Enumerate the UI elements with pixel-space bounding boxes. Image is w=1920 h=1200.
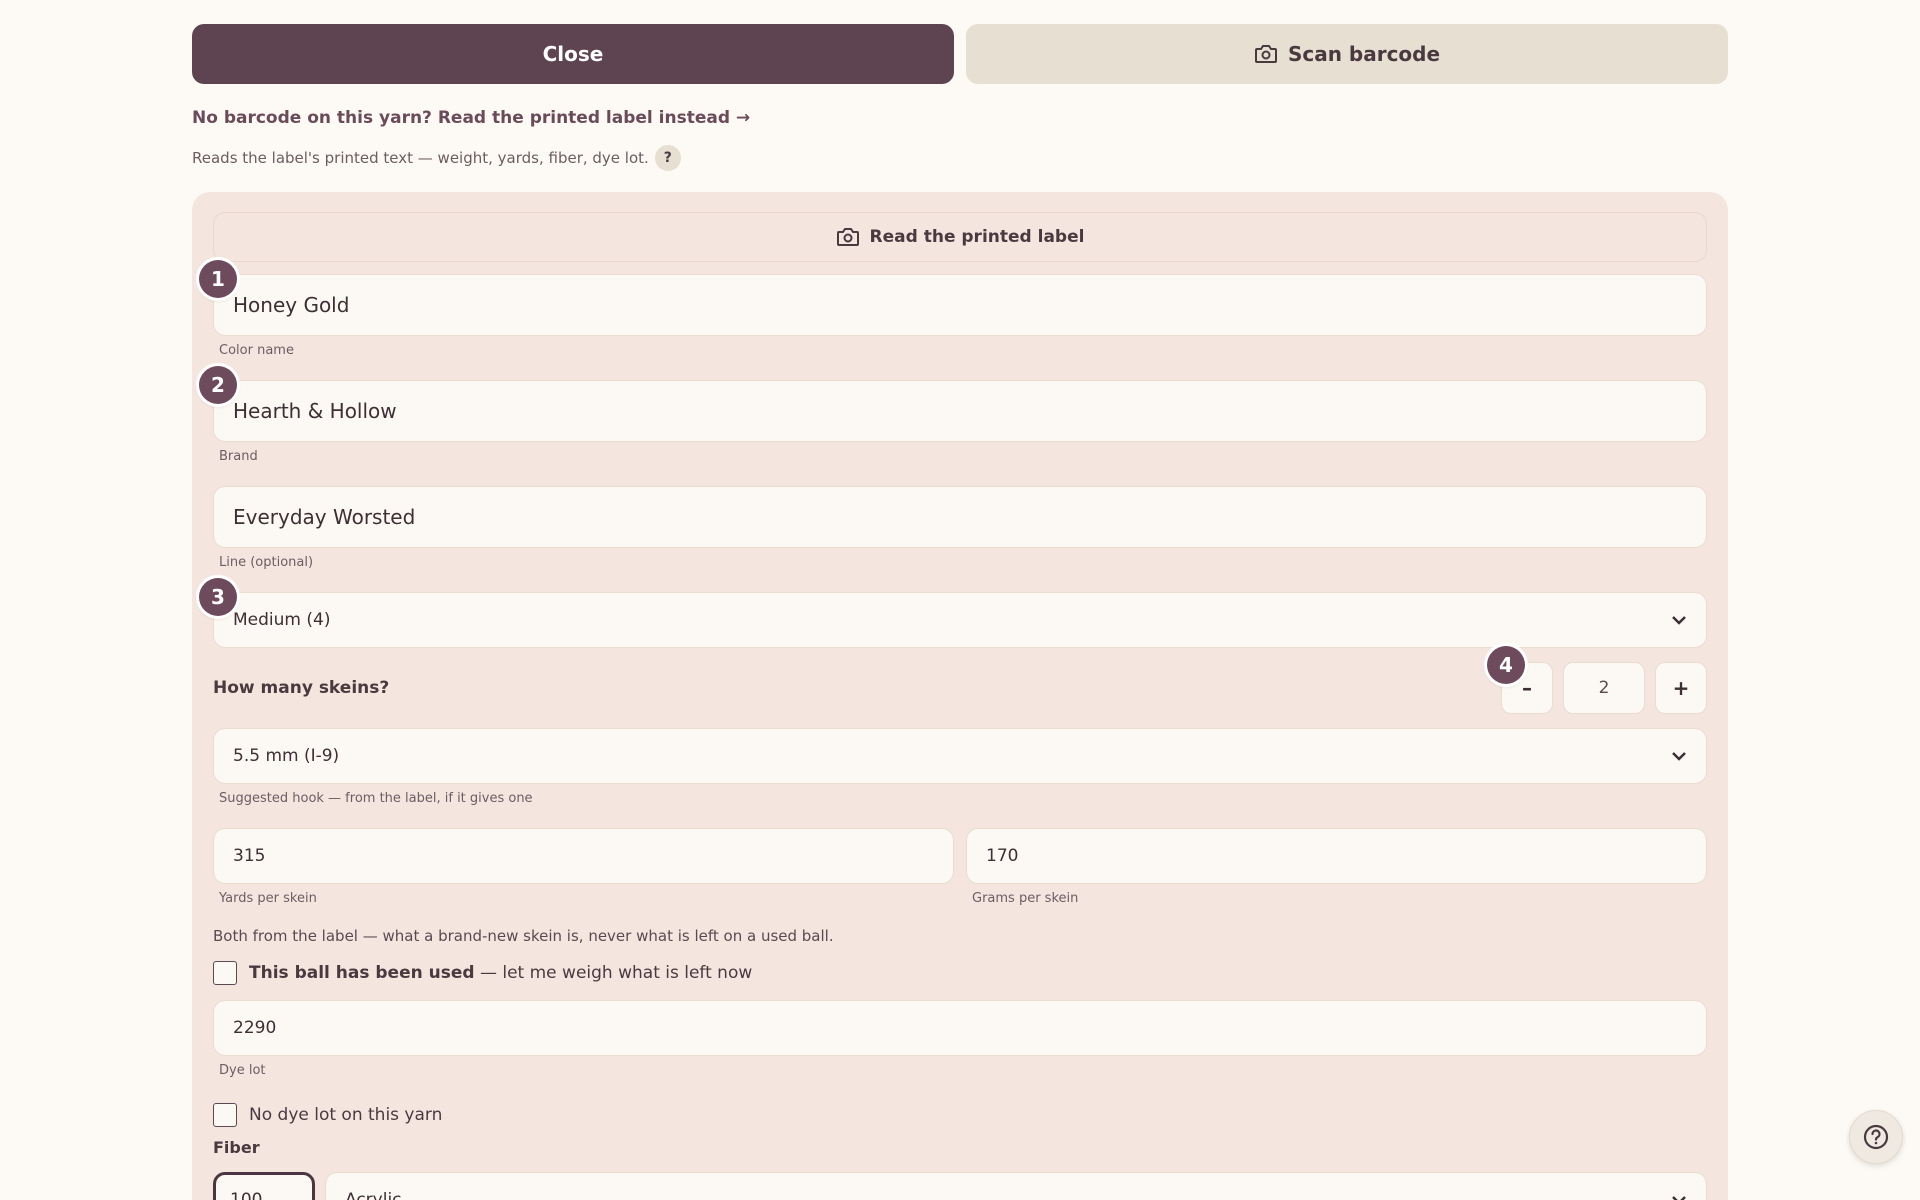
used-ball-label: This ball has been used — let me weigh w… — [249, 963, 752, 983]
help-tooltip-icon[interactable]: ? — [654, 145, 681, 171]
form-container: Close Scan barcode No barcode on this ya… — [192, 24, 1728, 1200]
yards-caption: Yards per skein — [219, 891, 317, 906]
brand-field: Hearth & Hollow 2 Brand — [199, 366, 1707, 466]
hook-caption: Suggested hook — from the label, if it g… — [219, 791, 533, 806]
hook-select[interactable]: 5.5 mm (I-9) — [213, 728, 1707, 784]
chevron-down-icon — [1672, 616, 1686, 625]
step-badge-3: 3 — [199, 578, 237, 616]
weight-field: Medium (4) 3 — [199, 578, 1707, 648]
used-ball-checkbox[interactable] — [213, 961, 237, 985]
fiber-type-select[interactable]: Acrylic — [325, 1172, 1707, 1200]
fiber-percent-input[interactable]: 100 — [213, 1172, 315, 1200]
dye-lot-input[interactable]: 2290 — [213, 1000, 1707, 1056]
hook-selected-value: 5.5 mm (I-9) — [233, 746, 340, 766]
step-badge-2: 2 — [199, 366, 237, 404]
scan-barcode-button[interactable]: Scan barcode — [966, 24, 1728, 84]
camera-icon — [836, 228, 859, 246]
color-name-field: Honey Gold 1 Color name — [199, 260, 1707, 360]
brand-caption: Brand — [219, 449, 258, 464]
weight-select[interactable]: Medium (4) — [213, 592, 1707, 648]
skeins-increment-button[interactable]: + — [1655, 662, 1707, 714]
skeins-label: How many skeins? — [213, 678, 390, 698]
used-ball-label-bold: This ball has been used — [249, 963, 475, 983]
camera-icon — [1254, 45, 1277, 63]
help-button[interactable] — [1849, 1110, 1903, 1164]
color-name-caption: Color name — [219, 343, 294, 358]
grams-input[interactable]: 170 — [966, 828, 1707, 884]
chevron-down-icon — [1672, 752, 1686, 761]
fiber-type-value: Acrylic — [345, 1190, 402, 1200]
help-circle-icon — [1863, 1124, 1889, 1150]
step-badge-4: 4 — [1487, 646, 1525, 684]
line-field: Everyday Worsted Line (optional) — [213, 486, 1707, 572]
yards-input[interactable]: 315 — [213, 828, 954, 884]
no-dye-lot-label: No dye lot on this yarn — [249, 1105, 443, 1125]
fiber-label: Fiber — [213, 1138, 260, 1157]
fiber-row: 100 Acrylic — [213, 1172, 1707, 1200]
label-reader-panel: Read the printed label Honey Gold 1 Colo… — [192, 192, 1728, 1200]
scan-barcode-label: Scan barcode — [1287, 42, 1441, 66]
grams-field: 170 Grams per skein — [966, 828, 1707, 908]
dye-lot-caption: Dye lot — [219, 1063, 266, 1078]
weight-selected-value: Medium (4) — [233, 610, 331, 630]
skeins-count-input[interactable]: 2 — [1563, 662, 1645, 714]
helper-line: Reads the label's printed text — weight,… — [192, 144, 1728, 172]
brand-input[interactable]: Hearth & Hollow — [213, 380, 1707, 442]
no-dye-lot-checkbox[interactable] — [213, 1103, 237, 1127]
step-badge-1: 1 — [199, 260, 237, 298]
skeins-stepper: – 2 + 4 — [1487, 646, 1707, 714]
yards-grams-row: 315 Yards per skein 170 Grams per skein — [213, 828, 1707, 908]
helper-text: Reads the label's printed text — weight,… — [192, 149, 649, 167]
close-button[interactable]: Close — [192, 24, 954, 84]
chevron-down-icon — [1672, 1196, 1686, 1200]
grams-caption: Grams per skein — [972, 891, 1079, 906]
line-caption: Line (optional) — [219, 555, 314, 570]
used-ball-label-rest: — let me weigh what is left now — [474, 963, 753, 983]
skein-note: Both from the label — what a brand-new s… — [213, 927, 834, 945]
color-name-input[interactable]: Honey Gold — [213, 274, 1707, 336]
skeins-row: How many skeins? – 2 + 4 — [213, 646, 1707, 716]
read-printed-label-text: Read the printed label — [869, 227, 1085, 247]
hook-field: 5.5 mm (I-9) Suggested hook — from the l… — [213, 728, 1707, 808]
top-button-row: Close Scan barcode — [192, 24, 1728, 84]
read-label-link[interactable]: No barcode on this yarn? Read the printe… — [192, 106, 1728, 130]
used-ball-row[interactable]: This ball has been used — let me weigh w… — [213, 958, 1707, 988]
yards-field: 315 Yards per skein — [213, 828, 954, 908]
read-printed-label-button[interactable]: Read the printed label — [213, 212, 1707, 262]
no-dye-lot-row[interactable]: No dye lot on this yarn — [213, 1100, 1707, 1130]
dye-lot-field: 2290 Dye lot — [213, 1000, 1707, 1080]
line-input[interactable]: Everyday Worsted — [213, 486, 1707, 548]
